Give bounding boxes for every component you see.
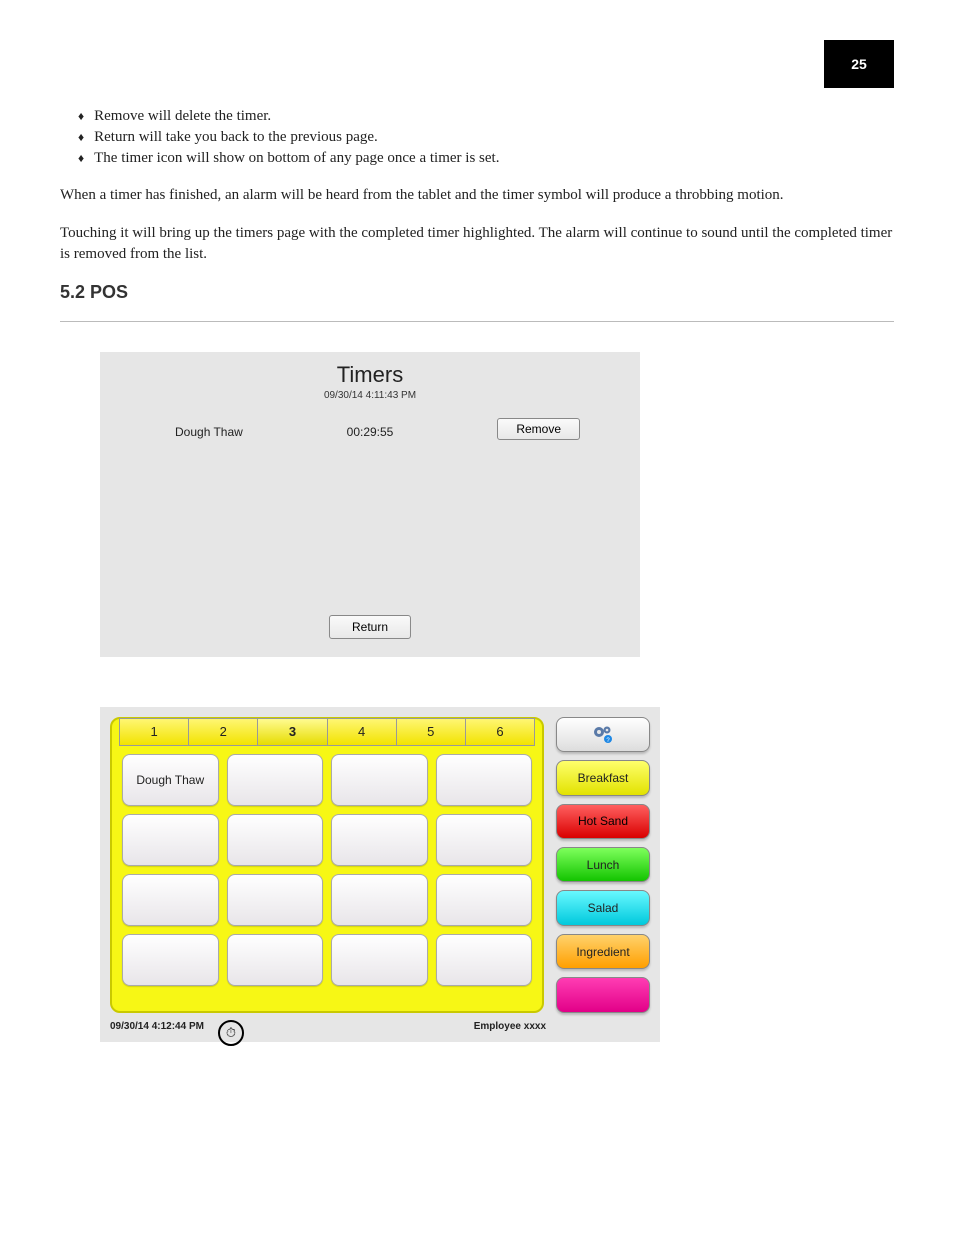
grid-cell[interactable]	[122, 814, 219, 866]
dialog-title: Timers	[100, 362, 640, 388]
tab-5[interactable]: 5	[397, 719, 466, 745]
tab-4[interactable]: 4	[328, 719, 397, 745]
dialog-datetime: 09/30/14 4:11:43 PM	[100, 390, 640, 401]
grid-cell[interactable]	[227, 814, 324, 866]
grid-cell[interactable]	[122, 874, 219, 926]
stopwatch-icon: ⏱	[226, 1025, 236, 1041]
grid-cell[interactable]	[436, 814, 533, 866]
category-salad[interactable]: Salad	[556, 890, 650, 925]
grid-cell[interactable]	[436, 934, 533, 986]
grid-cell[interactable]	[227, 934, 324, 986]
grid-cell[interactable]	[331, 754, 428, 806]
category-sidebar: ? Breakfast Hot Sand Lunch Salad Ingredi…	[556, 717, 650, 1013]
category-ingredient[interactable]: Ingredient	[556, 934, 650, 969]
page-number-badge: 25	[824, 40, 894, 88]
category-lunch[interactable]: Lunch	[556, 847, 650, 882]
settings-button[interactable]: ?	[556, 717, 650, 752]
bullet-item: Return will take you back to the previou…	[78, 129, 894, 146]
grid-cell[interactable]	[331, 934, 428, 986]
tab-1[interactable]: 1	[120, 719, 189, 745]
timer-indicator[interactable]: ⏱	[218, 1020, 244, 1046]
body-paragraph: Touching it will bring up the timers pag…	[60, 223, 894, 264]
footer-datetime: 09/30/14 4:12:44 PM	[110, 1021, 204, 1032]
grid-cell[interactable]	[122, 934, 219, 986]
grid-cell[interactable]	[227, 754, 324, 806]
return-button[interactable]: Return	[329, 615, 411, 639]
tab-2[interactable]: 2	[189, 719, 258, 745]
bullet-list: Remove will delete the timer. Return wil…	[60, 108, 894, 167]
bullet-item: Remove will delete the timer.	[78, 108, 894, 125]
grid-cell[interactable]	[436, 754, 533, 806]
gear-icon: ?	[591, 724, 615, 744]
grid-cell[interactable]	[331, 874, 428, 926]
bullet-item: The timer icon will show on bottom of an…	[78, 150, 894, 167]
grid-cell[interactable]: Dough Thaw	[122, 754, 219, 806]
grid-cell[interactable]	[331, 814, 428, 866]
remove-button[interactable]: Remove	[497, 418, 580, 440]
grid-cell[interactable]	[227, 874, 324, 926]
timer-row: Dough Thaw 00:29:55 Remove	[100, 420, 640, 444]
tab-3[interactable]: 3	[258, 719, 327, 745]
body-paragraph: When a timer has finished, an alarm will…	[60, 185, 894, 205]
category-empty[interactable]	[556, 977, 650, 1012]
category-breakfast[interactable]: Breakfast	[556, 760, 650, 795]
divider	[60, 321, 894, 322]
tabstrip: 1 2 3 4 5 6	[119, 718, 535, 746]
category-hotsand[interactable]: Hot Sand	[556, 804, 650, 839]
footer-employee: Employee xxxx	[474, 1021, 546, 1032]
pos-panel: 1 2 3 4 5 6 Dough Thaw	[100, 707, 660, 1042]
grid-cell[interactable]	[436, 874, 533, 926]
section-heading: 5.2 POS	[60, 282, 894, 303]
timers-dialog: Timers 09/30/14 4:11:43 PM Dough Thaw 00…	[100, 352, 640, 657]
product-grid-panel: 1 2 3 4 5 6 Dough Thaw	[110, 717, 544, 1013]
tab-6[interactable]: 6	[466, 719, 534, 745]
